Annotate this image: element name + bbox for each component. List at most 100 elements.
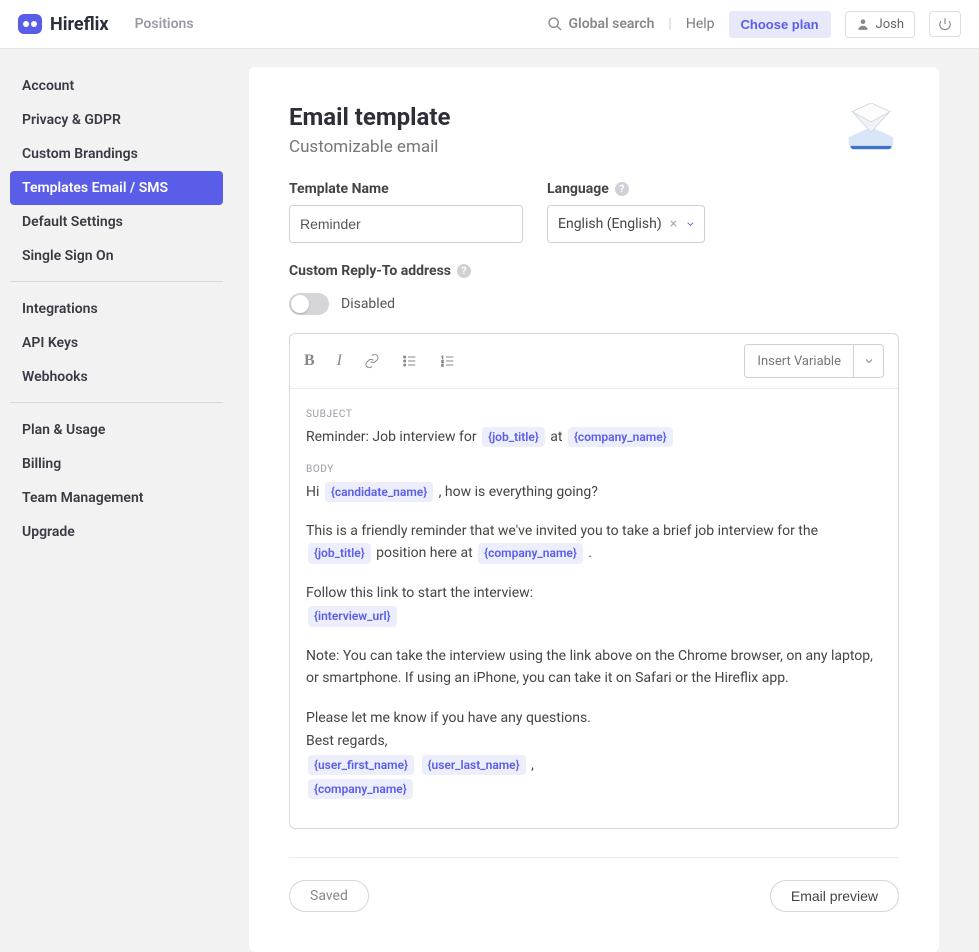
subject-heading: SUBJECT: [306, 407, 882, 423]
variable-interview-url[interactable]: {interview_url}: [308, 606, 397, 627]
body-text: Best regards,: [306, 731, 882, 753]
sidebar-item-upgrade[interactable]: Upgrade: [10, 515, 223, 549]
bullet-list-icon: [402, 353, 418, 369]
page-title: Email template: [289, 103, 450, 131]
topbar-divider: |: [668, 16, 671, 32]
body-text: Hi: [306, 484, 323, 500]
topbar: Hireflix Positions Global search | Help …: [0, 0, 979, 49]
template-name-input[interactable]: [289, 205, 523, 243]
brand-name: Hireflix: [50, 14, 109, 35]
title-block: Email template Customizable email: [289, 103, 450, 157]
body-content[interactable]: Hi {candidate_name} , how is everything …: [306, 482, 882, 801]
variable-company-name[interactable]: {company_name}: [308, 779, 413, 800]
body-text: Follow this link to start the interview:: [306, 583, 882, 605]
chevron-down-icon: [853, 345, 883, 377]
sidebar-group-dev: Integrations API Keys Webhooks: [10, 292, 223, 403]
clear-icon[interactable]: ×: [670, 216, 677, 232]
sidebar-item-billing[interactable]: Billing: [10, 447, 223, 481]
template-name-label: Template Name: [289, 181, 523, 197]
variable-company-name[interactable]: {company_name}: [568, 427, 673, 448]
link-button[interactable]: [364, 353, 380, 369]
email-preview-button[interactable]: Email preview: [770, 880, 899, 912]
topbar-left: Hireflix Positions: [18, 14, 194, 35]
sidebar-item-default-settings[interactable]: Default Settings: [10, 205, 223, 239]
editor-toolbar: B I 123 Insert Va: [290, 334, 898, 389]
subject-text: at: [550, 429, 566, 445]
ordered-list-button[interactable]: 123: [440, 353, 456, 369]
reply-to-label: Custom Reply-To address ?: [289, 263, 899, 279]
variable-job-title[interactable]: {job_title}: [482, 427, 545, 448]
sidebar-item-templates[interactable]: Templates Email / SMS: [10, 171, 223, 205]
choose-plan-button[interactable]: Choose plan: [729, 11, 831, 38]
sidebar-item-sso[interactable]: Single Sign On: [10, 239, 223, 273]
layout: Account Privacy & GDPR Custom Brandings …: [0, 49, 979, 893]
nav-positions[interactable]: Positions: [135, 16, 194, 32]
global-search[interactable]: Global search: [547, 16, 655, 32]
subject-text: Reminder: Job interview for: [306, 429, 480, 445]
sidebar-item-privacy[interactable]: Privacy & GDPR: [10, 103, 223, 137]
sidebar-item-branding[interactable]: Custom Brandings: [10, 137, 223, 171]
saved-status: Saved: [289, 880, 369, 912]
sidebar: Account Privacy & GDPR Custom Brandings …: [0, 49, 233, 893]
help-icon[interactable]: ?: [615, 182, 629, 196]
brand-logo[interactable]: Hireflix: [18, 14, 109, 35]
rich-text-editor: B I 123 Insert Va: [289, 333, 899, 829]
chevron-down-icon: [685, 218, 696, 230]
sidebar-item-plan-usage[interactable]: Plan & Usage: [10, 413, 223, 447]
user-icon: [856, 17, 870, 31]
field-template-name: Template Name: [289, 181, 523, 243]
card-header: Email template Customizable email: [289, 103, 899, 157]
page-subtitle: Customizable email: [289, 137, 450, 157]
topbar-right: Global search | Help Choose plan Josh: [547, 11, 961, 38]
help-link[interactable]: Help: [686, 16, 715, 32]
variable-company-name[interactable]: {company_name}: [478, 543, 583, 564]
search-icon: [547, 16, 563, 32]
reply-to-label-text: Custom Reply-To address: [289, 263, 451, 279]
logout-button[interactable]: [929, 11, 961, 37]
body-text: position here at: [376, 545, 476, 561]
main: Email template Customizable email Templa…: [233, 49, 979, 893]
variable-user-first-name[interactable]: {user_first_name}: [308, 755, 414, 776]
form-row-top: Template Name Language ? English (Englis…: [289, 181, 899, 243]
variable-job-title[interactable]: {job_title}: [308, 543, 371, 564]
language-value: English (English): [558, 216, 662, 232]
sidebar-group-account: Account Privacy & GDPR Custom Brandings …: [10, 69, 223, 282]
body-text: , how is everything going?: [439, 484, 598, 500]
sidebar-item-integrations[interactable]: Integrations: [10, 292, 223, 326]
global-search-label: Global search: [569, 16, 655, 32]
variable-user-last-name[interactable]: {user_last_name}: [422, 755, 526, 776]
reply-to-state: Disabled: [341, 296, 395, 312]
sidebar-item-team[interactable]: Team Management: [10, 481, 223, 515]
svg-text:3: 3: [441, 362, 443, 367]
link-icon: [364, 353, 380, 369]
insert-variable-select[interactable]: Insert Variable: [744, 344, 884, 378]
bullet-list-button[interactable]: [402, 353, 418, 369]
reply-to-toggle[interactable]: [289, 293, 329, 315]
language-label: Language ?: [547, 181, 705, 197]
ordered-list-icon: 123: [440, 353, 456, 369]
content-card: Email template Customizable email Templa…: [249, 67, 939, 952]
bold-button[interactable]: B: [304, 352, 315, 370]
editor-body[interactable]: SUBJECT Reminder: Job interview for {job…: [290, 389, 898, 828]
subject-line[interactable]: Reminder: Job interview for {job_title} …: [306, 427, 882, 449]
body-text: This is a friendly reminder that we've i…: [306, 523, 818, 539]
variable-candidate-name[interactable]: {candidate_name}: [325, 482, 433, 503]
italic-button[interactable]: I: [337, 352, 342, 370]
sidebar-item-account[interactable]: Account: [10, 69, 223, 103]
sidebar-item-api-keys[interactable]: API Keys: [10, 326, 223, 360]
language-select[interactable]: English (English) ×: [547, 205, 705, 243]
language-label-text: Language: [547, 181, 609, 197]
toolbar-left: B I 123: [304, 352, 456, 370]
sidebar-item-webhooks[interactable]: Webhooks: [10, 360, 223, 394]
help-icon[interactable]: ?: [457, 264, 471, 278]
body-text: Note: You can take the interview using t…: [306, 646, 882, 689]
insert-variable-label: Insert Variable: [745, 345, 853, 377]
toolbar-right: Insert Variable: [744, 344, 884, 378]
user-menu[interactable]: Josh: [845, 11, 915, 38]
user-name: Josh: [876, 17, 904, 32]
sidebar-group-billing: Plan & Usage Billing Team Management Upg…: [10, 413, 223, 557]
body-heading: BODY: [306, 462, 882, 478]
reply-to-toggle-row: Disabled: [289, 293, 899, 315]
card-footer: Saved Email preview: [289, 857, 899, 912]
body-text: ,: [531, 757, 534, 773]
